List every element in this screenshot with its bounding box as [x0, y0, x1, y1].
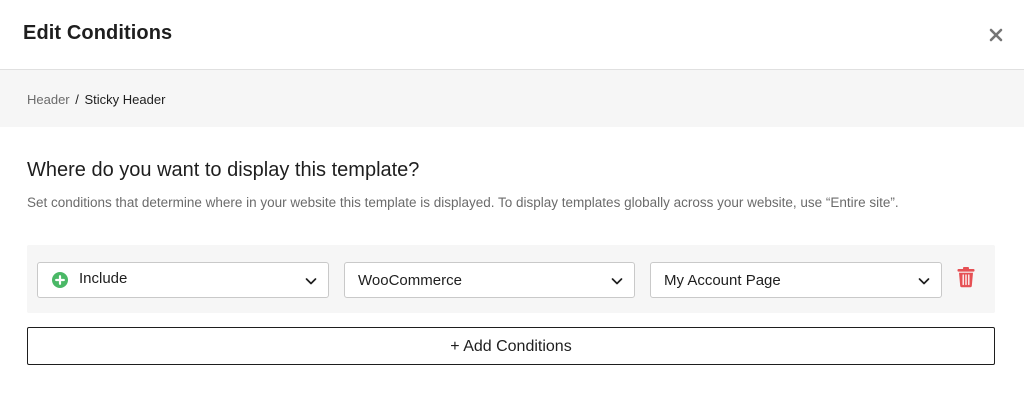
trash-icon [957, 267, 975, 288]
condition-type-value: Include [79, 270, 128, 287]
condition-group-select[interactable]: WooCommerce [344, 262, 635, 298]
section-title: Where do you want to display this templa… [27, 159, 420, 181]
condition-page-select[interactable]: My Account Page [650, 262, 942, 298]
breadcrumb-separator: / [75, 92, 79, 107]
plus-circle-icon [52, 272, 68, 288]
add-conditions-label: + Add Conditions [450, 338, 572, 355]
breadcrumb-parent[interactable]: Header [27, 92, 70, 107]
breadcrumb: Header / Sticky Header [27, 92, 165, 107]
condition-row: Include WooCommerce My Account Page [27, 245, 995, 313]
chevron-down-icon [918, 278, 930, 285]
section-description: Set conditions that determine where in y… [27, 195, 899, 210]
close-icon [989, 28, 1003, 42]
breadcrumb-bar: Header / Sticky Header [0, 70, 1024, 127]
condition-group-value: WooCommerce [358, 272, 462, 289]
modal-title: Edit Conditions [23, 22, 173, 44]
chevron-down-icon [305, 278, 317, 285]
chevron-down-icon [611, 278, 623, 285]
breadcrumb-current: Sticky Header [84, 92, 166, 107]
condition-page-value: My Account Page [664, 272, 781, 289]
condition-type-select[interactable]: Include [37, 262, 329, 298]
add-conditions-button[interactable]: + Add Conditions [27, 327, 995, 365]
delete-condition-button[interactable] [957, 266, 975, 288]
modal-header: Edit Conditions [0, 0, 1024, 70]
close-button[interactable] [986, 25, 1006, 45]
